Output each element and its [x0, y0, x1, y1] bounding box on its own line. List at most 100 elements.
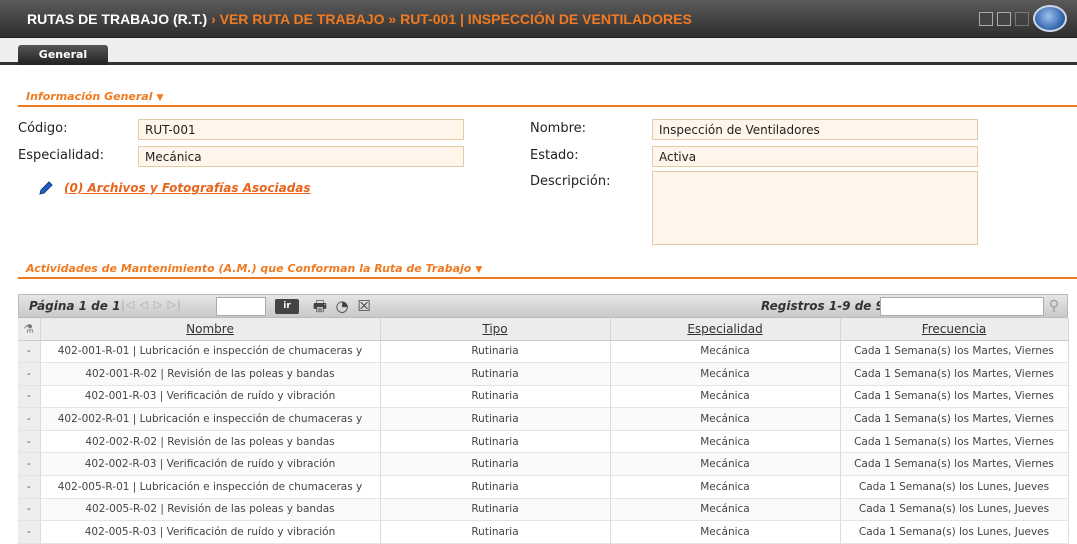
attachments-link[interactable]: (0) Archivos y Fotografías Asociadas	[64, 181, 311, 195]
table-header: ⚗ Nombre Tipo Especialidad Frecuencia	[18, 318, 1069, 341]
search-icon[interactable]: ⚲	[1044, 297, 1064, 316]
chart-icon[interactable]: ◔	[333, 297, 351, 315]
title-bar: RUTAS DE TRABAJO (R.T.) › VER RUTA DE TR…	[0, 0, 1077, 38]
table-row[interactable]: -402-001-R-01 | Lubricación e inspección…	[18, 340, 1069, 364]
first-page-icon[interactable]: |◁	[121, 298, 135, 311]
cell-nombre: 402-005-R-01 | Lubricación e inspección …	[40, 475, 381, 499]
title-icons	[979, 5, 1067, 32]
next-page-icon[interactable]: ▷	[154, 298, 163, 311]
page-input[interactable]	[216, 297, 266, 316]
section-actividades[interactable]: Actividades de Mantenimiento (A.M.) que …	[18, 261, 1077, 279]
descripcion-field[interactable]	[652, 171, 978, 245]
cell-nombre: 402-002-R-03 | Verificación de ruído y v…	[40, 452, 381, 477]
cell-frecuencia: Cada 1 Semana(s) los Martes, Viernes	[840, 362, 1069, 386]
tab-general[interactable]: General	[18, 45, 108, 65]
cell-tipo: Rutinaria	[380, 452, 611, 477]
row-marker: -	[18, 362, 41, 386]
section-informacion-general[interactable]: Información General ▼	[18, 89, 1077, 107]
last-page-icon[interactable]: ▷|	[168, 298, 182, 311]
row-marker: -	[18, 475, 41, 499]
row-marker: -	[18, 340, 41, 364]
title-main: RUTAS DE TRABAJO (R.T.)	[27, 11, 208, 27]
tab-bar: General	[0, 38, 1077, 65]
column-header-frecuencia[interactable]: Frecuencia	[840, 318, 1069, 341]
row-marker: -	[18, 452, 41, 477]
cell-especialidad: Mecánica	[610, 475, 841, 499]
cell-nombre: 402-002-R-02 | Revisión de las poleas y …	[40, 430, 381, 454]
row-marker: -	[18, 430, 41, 454]
cell-nombre: 402-001-R-03 | Verificación de ruído y v…	[40, 385, 381, 409]
cell-frecuencia: Cada 1 Semana(s) los Lunes, Jueves	[840, 520, 1069, 544]
page-title: RUTAS DE TRABAJO (R.T.) › VER RUTA DE TR…	[27, 11, 692, 27]
table-row[interactable]: -402-001-R-03 | Verificación de ruído y …	[18, 385, 1069, 409]
go-button[interactable]: ir	[275, 299, 299, 314]
row-marker: -	[18, 520, 41, 544]
descripcion-label: Descripción:	[530, 174, 611, 189]
excel-icon[interactable]: ☒	[355, 297, 373, 315]
title-breadcrumb: › VER RUTA DE TRABAJO » RUT-001 | INSPEC…	[207, 11, 692, 27]
cell-nombre: 402-002-R-01 | Lubricación e inspección …	[40, 407, 381, 431]
filter-icon[interactable]: ⚗	[18, 318, 41, 341]
nombre-label: Nombre:	[530, 121, 587, 136]
cell-frecuencia: Cada 1 Semana(s) los Martes, Viernes	[840, 385, 1069, 409]
cell-frecuencia: Cada 1 Semana(s) los Martes, Viernes	[840, 430, 1069, 454]
cell-especialidad: Mecánica	[610, 430, 841, 454]
especialidad-field[interactable]: Mecánica	[138, 146, 464, 167]
cell-especialidad: Mecánica	[610, 520, 841, 544]
layout-icon[interactable]	[979, 11, 993, 26]
column-header-especialidad[interactable]: Especialidad	[610, 318, 841, 341]
chevron-down-icon: ▼	[156, 93, 164, 103]
row-marker: -	[18, 498, 41, 522]
cell-frecuencia: Cada 1 Semana(s) los Martes, Viernes	[840, 452, 1069, 477]
split-view-icon[interactable]	[997, 11, 1011, 26]
column-header-nombre[interactable]: Nombre	[40, 318, 381, 341]
table-row[interactable]: -402-005-R-02 | Revisión de las poleas y…	[18, 498, 1069, 522]
app-logo[interactable]	[1033, 5, 1067, 32]
codigo-field[interactable]: RUT-001	[138, 119, 464, 140]
cell-tipo: Rutinaria	[380, 385, 611, 409]
especialidad-label: Especialidad:	[18, 148, 105, 163]
cell-tipo: Rutinaria	[380, 407, 611, 431]
cell-nombre: 402-005-R-03 | Verificación de ruído y v…	[40, 520, 381, 544]
row-marker: -	[18, 385, 41, 409]
cell-especialidad: Mecánica	[610, 498, 841, 522]
cell-nombre: 402-005-R-02 | Revisión de las poleas y …	[40, 498, 381, 522]
grid-toolbar: Página 1 de 1 |◁ ◁ ▷ ▷| ir 🖶 ◔ ☒ Registr…	[18, 294, 1068, 318]
table-row[interactable]: -402-002-R-03 | Verificación de ruído y …	[18, 452, 1069, 477]
print-icon[interactable]: 🖶	[311, 297, 329, 315]
cell-frecuencia: Cada 1 Semana(s) los Martes, Viernes	[840, 407, 1069, 431]
cell-frecuencia: Cada 1 Semana(s) los Lunes, Jueves	[840, 498, 1069, 522]
codigo-label: Código:	[18, 121, 68, 136]
prev-page-icon[interactable]: ◁	[140, 298, 149, 311]
window-icon[interactable]	[1015, 11, 1029, 26]
table-row[interactable]: -402-002-R-01 | Lubricación e inspección…	[18, 407, 1069, 431]
row-marker: -	[18, 407, 41, 431]
table-row[interactable]: -402-001-R-02 | Revisión de las poleas y…	[18, 362, 1069, 386]
table-row[interactable]: -402-005-R-01 | Lubricación e inspección…	[18, 475, 1069, 499]
table-row[interactable]: -402-005-R-03 | Verificación de ruído y …	[18, 520, 1069, 544]
search-input[interactable]	[880, 297, 1044, 316]
cell-tipo: Rutinaria	[380, 430, 611, 454]
section-title: Información General	[26, 90, 153, 103]
cell-especialidad: Mecánica	[610, 385, 841, 409]
pager-nav: |◁ ◁ ▷ ▷|	[121, 298, 182, 311]
cell-tipo: Rutinaria	[380, 498, 611, 522]
cell-nombre: 402-001-R-02 | Revisión de las poleas y …	[40, 362, 381, 386]
page-indicator: Página 1 de 1	[29, 299, 121, 313]
cell-tipo: Rutinaria	[380, 340, 611, 364]
table-row[interactable]: -402-002-R-02 | Revisión de las poleas y…	[18, 430, 1069, 454]
chevron-down-icon: ▼	[475, 265, 483, 275]
cell-especialidad: Mecánica	[610, 340, 841, 364]
section-title: Actividades de Mantenimiento (A.M.) que …	[26, 262, 472, 275]
cell-especialidad: Mecánica	[610, 362, 841, 386]
cell-frecuencia: Cada 1 Semana(s) los Lunes, Jueves	[840, 475, 1069, 499]
records-count: Registros 1-9 de 9	[761, 299, 884, 313]
cell-nombre: 402-001-R-01 | Lubricación e inspección …	[40, 340, 381, 364]
cell-tipo: Rutinaria	[380, 362, 611, 386]
cell-tipo: Rutinaria	[380, 520, 611, 544]
column-header-tipo[interactable]: Tipo	[380, 318, 611, 341]
pencil-icon	[39, 181, 53, 195]
cell-frecuencia: Cada 1 Semana(s) los Martes, Viernes	[840, 340, 1069, 364]
nombre-field[interactable]: Inspección de Ventiladores	[652, 119, 978, 140]
estado-field[interactable]: Activa	[652, 146, 978, 167]
